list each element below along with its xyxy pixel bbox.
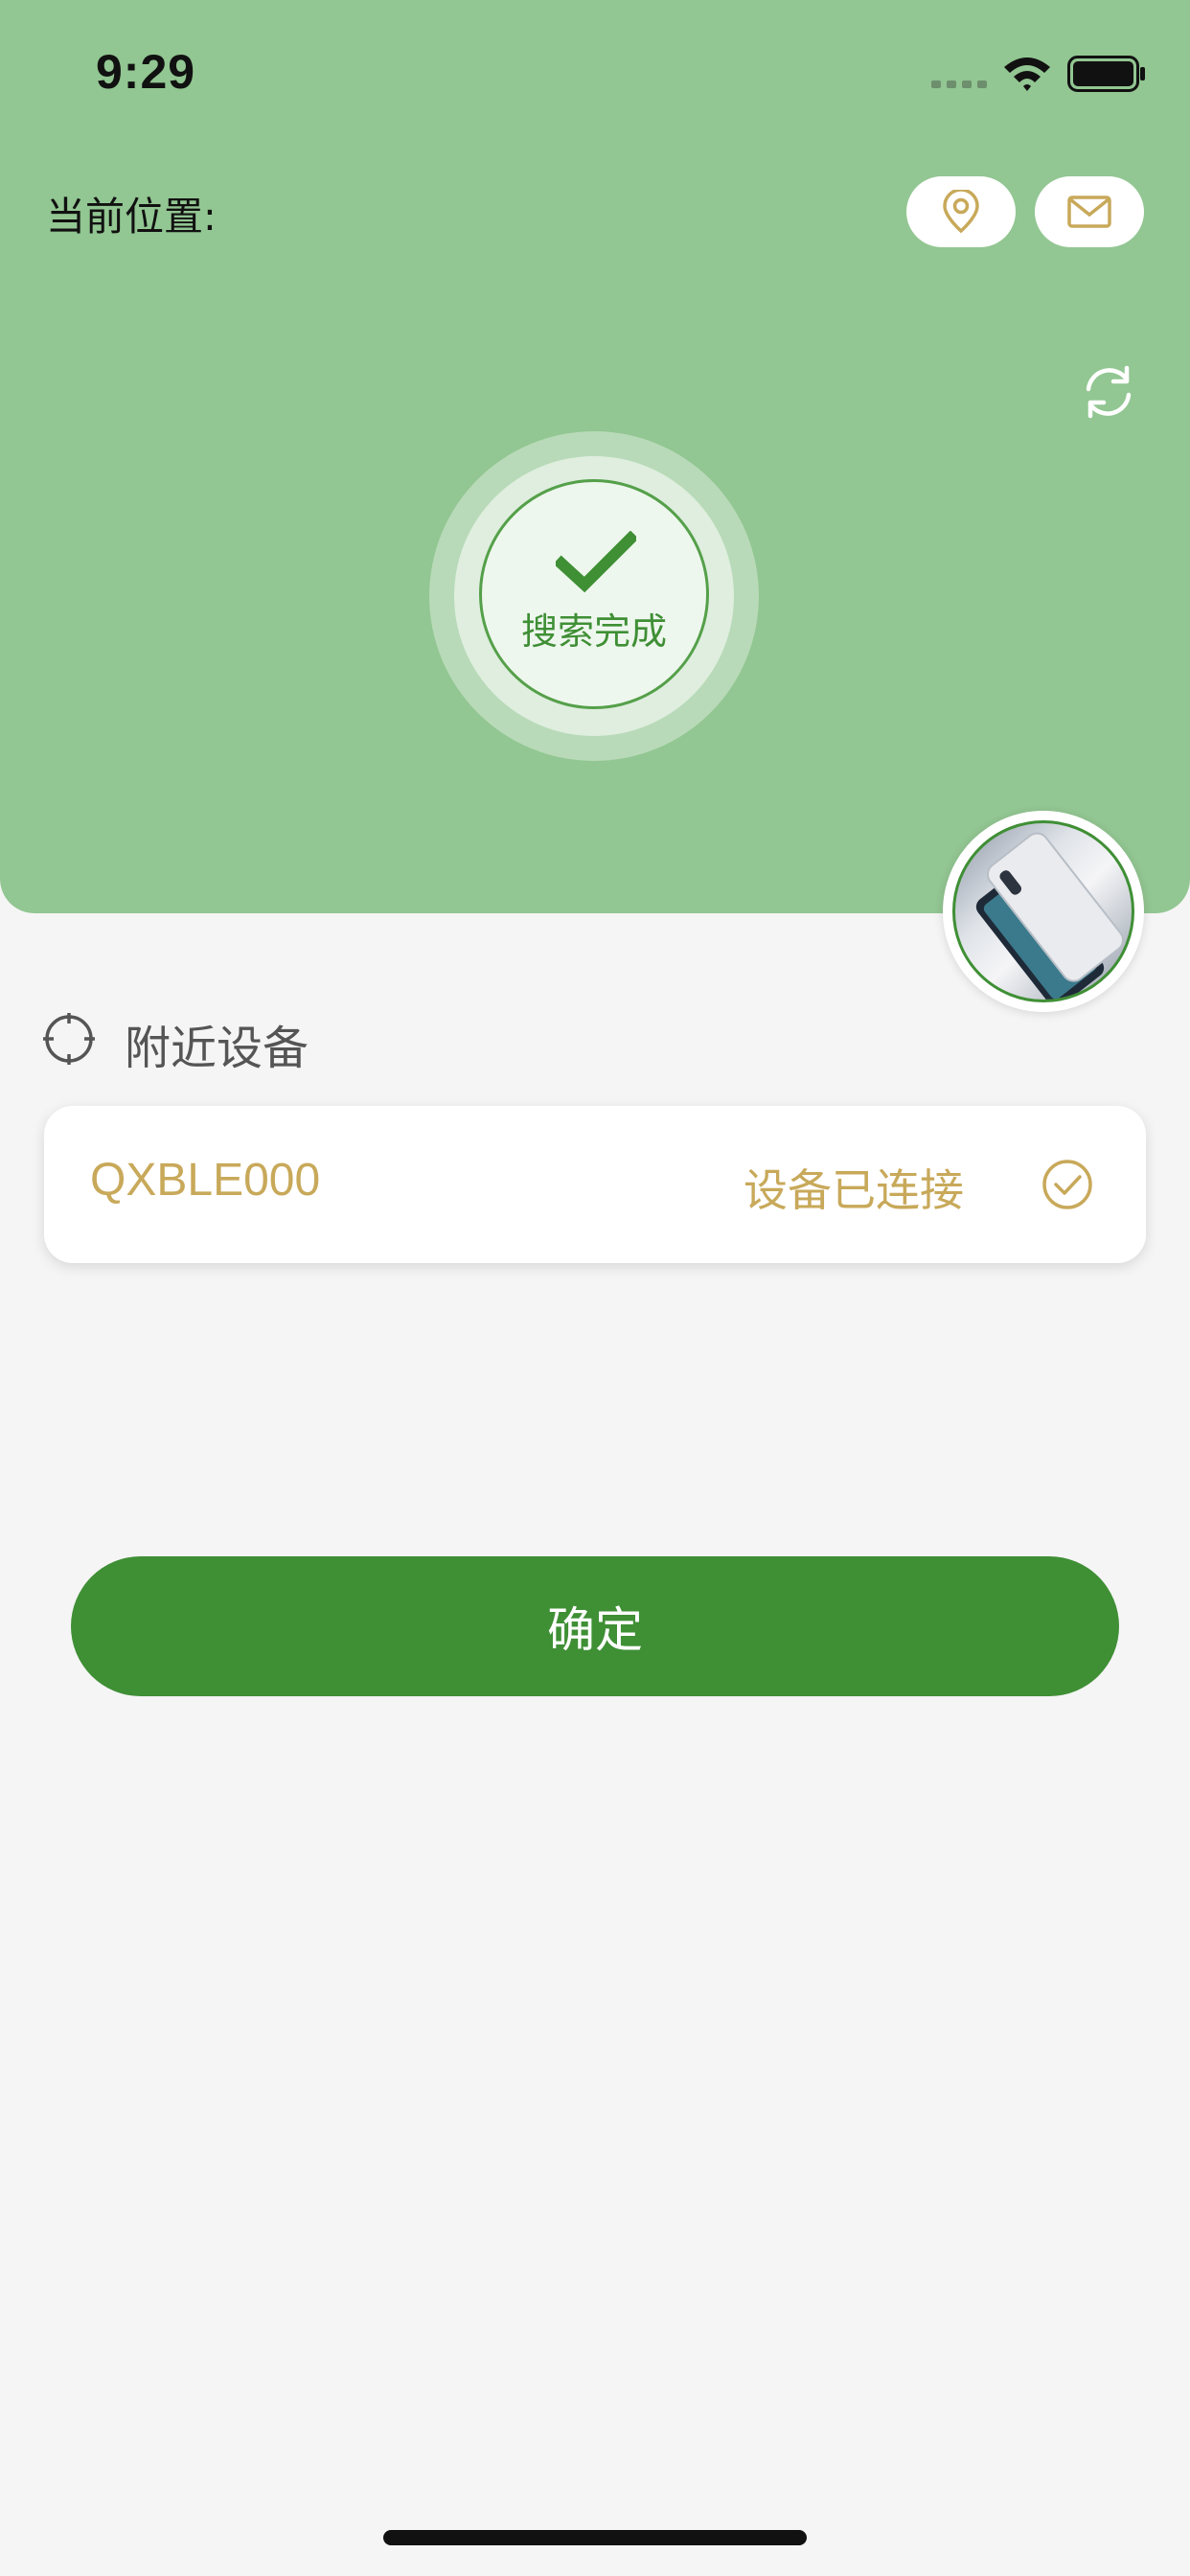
check-circle-icon bbox=[1042, 1160, 1092, 1209]
location-button[interactable] bbox=[906, 176, 1016, 247]
checkmark-icon bbox=[556, 531, 636, 593]
device-connection-status: 设备已连接 bbox=[744, 1164, 964, 1216]
device-list-item[interactable]: QXBLE000 设备已连接 bbox=[44, 1106, 1146, 1263]
device-photo bbox=[952, 820, 1134, 1002]
current-location-label: 当前位置: bbox=[46, 194, 217, 240]
home-indicator bbox=[383, 2530, 807, 2545]
search-status-text: 搜索完成 bbox=[520, 610, 667, 653]
mail-button[interactable] bbox=[1035, 176, 1144, 247]
location-pin-icon bbox=[943, 190, 979, 234]
crosshair-icon bbox=[43, 1013, 95, 1065]
avatar[interactable] bbox=[943, 811, 1144, 1012]
cellular-signal-icon bbox=[931, 80, 987, 88]
refresh-icon[interactable] bbox=[1077, 360, 1140, 424]
nearby-devices-title: 附近设备 bbox=[125, 1022, 309, 1075]
confirm-button[interactable]: 确定 bbox=[71, 1556, 1119, 1696]
battery-icon bbox=[1067, 56, 1145, 92]
status-time: 9:29 bbox=[96, 45, 196, 99]
device-name: QXBLE000 bbox=[90, 1155, 321, 1206]
mail-icon bbox=[1067, 196, 1111, 228]
search-status-circle bbox=[479, 479, 709, 709]
phone-image-icon bbox=[975, 832, 1124, 1000]
wifi-icon bbox=[1004, 58, 1050, 91]
